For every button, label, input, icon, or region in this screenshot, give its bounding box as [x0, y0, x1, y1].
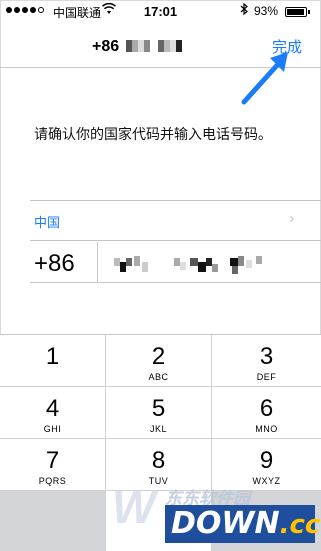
battery-percent: 93% [254, 4, 279, 18]
country-name: 中国 [34, 215, 61, 230]
key-6[interactable]: 6 MNO [212, 387, 321, 439]
key-3[interactable]: 3 DEF [212, 335, 321, 387]
key-7[interactable]: 7 PQRS [0, 439, 106, 491]
watermark-logo: W [112, 481, 156, 533]
field-divider [97, 242, 98, 282]
watermark-badge: DOWN.cc [165, 505, 320, 543]
instruction-text: 请确认你的国家代码并输入电话号码。 [34, 126, 272, 142]
key-4[interactable]: 4 GHI [0, 387, 106, 439]
annotation-arrow [241, 52, 288, 105]
phone-number-field[interactable] [112, 254, 272, 276]
key-1[interactable]: 1 [0, 335, 106, 387]
divider [30, 240, 321, 241]
country-code-field[interactable]: +86 [34, 250, 75, 278]
status-bar: 中国联通 17:01 93% [0, 0, 321, 22]
watermark-brand: DOWN [171, 506, 280, 541]
watermark-suffix: .cc [279, 510, 321, 540]
divider [30, 282, 321, 283]
divider [30, 200, 321, 201]
redacted-phone-digits [114, 256, 262, 274]
chevron-right-icon: › [289, 210, 295, 227]
key-blank [0, 491, 106, 551]
key-2[interactable]: 2 ABC [106, 335, 212, 387]
battery-icon [285, 7, 310, 17]
nav-title: +86 [92, 38, 120, 55]
redacted-phone-number [126, 38, 186, 54]
bluetooth-icon [240, 2, 248, 18]
key-5[interactable]: 5 JKL [106, 387, 212, 439]
